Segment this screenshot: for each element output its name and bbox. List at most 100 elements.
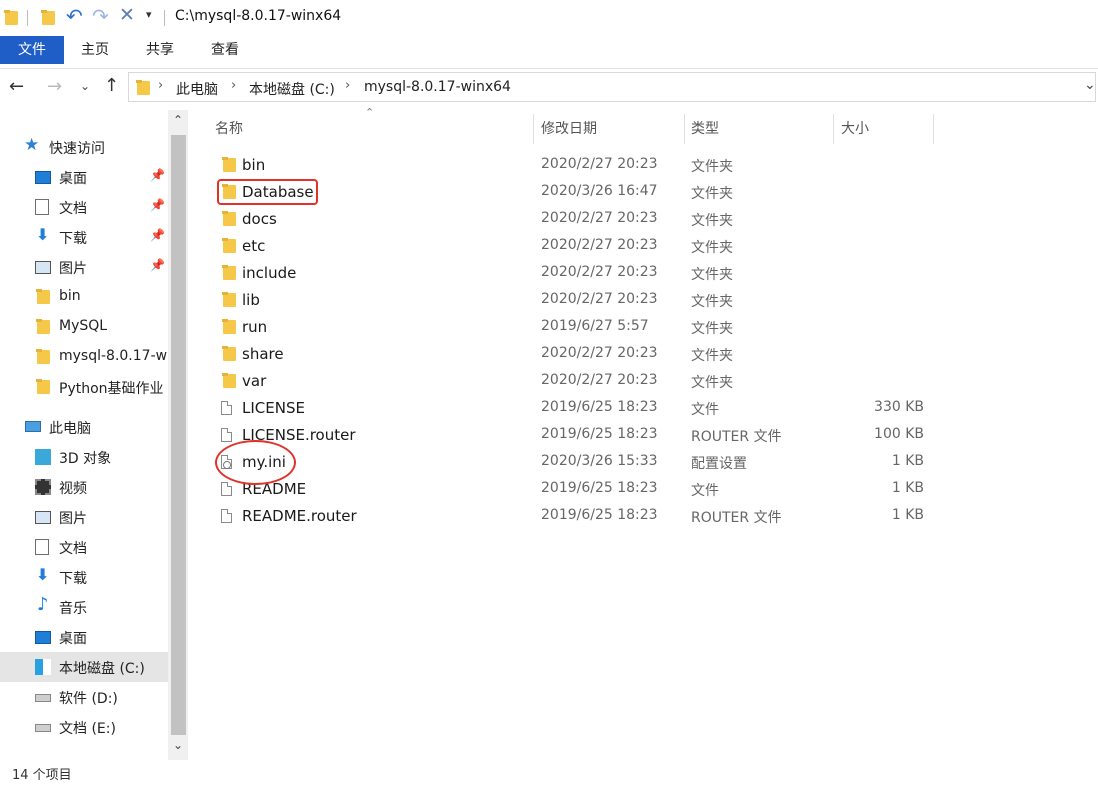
nav-item-desktop-pc[interactable]: 桌面 <box>0 622 168 652</box>
nav-label: 音乐 <box>59 601 87 617</box>
nav-item-bin[interactable]: bin <box>0 282 168 312</box>
file-date: 2020/2/27 20:23 <box>541 372 658 388</box>
ribbon-tabs: 文件 主页 共享 查看 <box>0 36 1098 69</box>
nav-item-python-homework[interactable]: Python基础作业 <box>0 372 168 402</box>
table-row[interactable]: my.ini 2020/3/26 15:33 配置设置 1 KB <box>190 449 1098 476</box>
nav-item-mysql[interactable]: MySQL <box>0 312 168 342</box>
file-date: 2019/6/25 18:23 <box>541 399 658 415</box>
nav-item-local-disk-c[interactable]: 本地磁盘 (C:) <box>0 652 168 682</box>
table-row[interactable]: LICENSE.router 2019/6/25 18:23 ROUTER 文件 10… <box>190 422 1098 449</box>
nav-item-documents[interactable]: 文档 📌 <box>0 192 168 222</box>
nav-quick-access[interactable]: ★ 快速访问 <box>0 132 168 162</box>
file-type: 文件夹 <box>691 240 733 256</box>
file-date: 2020/2/27 20:23 <box>541 345 658 361</box>
nav-item-pictures[interactable]: 图片 📌 <box>0 252 168 282</box>
download-icon: ⬇ <box>36 565 50 584</box>
table-row[interactable]: Database 2020/3/26 16:47 文件夹 <box>190 179 1098 206</box>
delete-icon[interactable]: ✕ <box>119 4 135 26</box>
forward-icon[interactable]: → <box>47 76 62 97</box>
new-folder-icon[interactable] <box>41 10 55 25</box>
chevron-right-icon[interactable]: › <box>231 78 236 93</box>
file-date: 2019/6/25 18:23 <box>541 507 658 523</box>
file-type: 文件夹 <box>691 186 733 202</box>
scroll-down-icon[interactable]: ⌄ <box>173 738 183 752</box>
table-row[interactable]: bin 2020/2/27 20:23 文件夹 <box>190 152 1098 179</box>
nav-item-pictures-pc[interactable]: 图片 <box>0 502 168 532</box>
pin-icon[interactable]: 📌 <box>150 168 165 182</box>
customize-toolbar-icon[interactable]: ▾ <box>146 8 152 21</box>
nav-label: 此电脑 <box>49 421 91 437</box>
table-row[interactable]: README 2019/6/25 18:23 文件 1 KB <box>190 476 1098 503</box>
crumb-local-disk[interactable]: 本地磁盘 (C:) <box>249 79 335 99</box>
redo-icon[interactable]: ↷ <box>92 4 109 28</box>
recent-locations-icon[interactable]: ⌄ <box>80 79 90 93</box>
column-header-date[interactable]: 修改日期 <box>541 118 597 138</box>
column-header-name[interactable]: 名称 <box>215 118 243 138</box>
column-divider[interactable] <box>833 114 834 144</box>
file-size: 1 KB <box>891 453 924 469</box>
column-header-type[interactable]: 类型 <box>691 118 719 138</box>
up-icon[interactable]: ↑ <box>104 75 119 96</box>
table-row[interactable]: share 2020/2/27 20:23 文件夹 <box>190 341 1098 368</box>
folder-icon <box>222 319 236 334</box>
table-row[interactable]: run 2019/6/27 5:57 文件夹 <box>190 314 1098 341</box>
file-type: 文件 <box>691 483 719 499</box>
file-type: ROUTER 文件 <box>691 429 782 445</box>
file-name: bin <box>242 156 266 174</box>
column-divider[interactable] <box>533 114 534 144</box>
table-row[interactable]: etc 2020/2/27 20:23 文件夹 <box>190 233 1098 260</box>
undo-icon[interactable]: ↶ <box>66 4 83 28</box>
nav-item-downloads-pc[interactable]: ⬇ 下载 <box>0 562 168 592</box>
column-divider[interactable] <box>933 114 934 144</box>
table-row[interactable]: docs 2020/2/27 20:23 文件夹 <box>190 206 1098 233</box>
column-divider[interactable] <box>684 114 685 144</box>
pin-icon[interactable]: 📌 <box>150 258 165 272</box>
document-icon <box>35 199 49 215</box>
nav-item-desktop[interactable]: 桌面 📌 <box>0 162 168 192</box>
nav-item-drive-d[interactable]: 软件 (D:) <box>0 682 168 712</box>
nav-label: 文档 <box>59 201 87 217</box>
nav-label: 文档 <box>59 541 87 557</box>
nav-scroll-thumb[interactable] <box>171 135 186 735</box>
picture-icon <box>35 261 51 274</box>
table-row[interactable]: README.router 2019/6/25 18:23 ROUTER 文件 1 K… <box>190 503 1098 530</box>
tab-home[interactable]: 主页 <box>81 36 109 64</box>
nav-item-downloads[interactable]: ⬇ 下载 📌 <box>0 222 168 252</box>
file-name: run <box>242 318 268 336</box>
crumb-this-pc[interactable]: 此电脑 <box>176 79 218 99</box>
scroll-up-icon[interactable]: ⌃ <box>173 113 183 127</box>
document-icon <box>35 539 49 555</box>
file-type: 文件夹 <box>691 159 733 175</box>
file-size: 1 KB <box>891 507 924 523</box>
column-header-size[interactable]: 大小 <box>841 118 869 138</box>
toolbar-separator <box>27 10 28 26</box>
table-row[interactable]: include 2020/2/27 20:23 文件夹 <box>190 260 1098 287</box>
pin-icon[interactable]: 📌 <box>150 228 165 242</box>
nav-item-documents-pc[interactable]: 文档 <box>0 532 168 562</box>
nav-label: 桌面 <box>59 631 87 647</box>
file-size: 100 KB <box>874 426 924 442</box>
address-bar[interactable]: › 此电脑 › 本地磁盘 (C:) › mysql-8.0.17-winx64 … <box>128 72 1096 102</box>
nav-item-music[interactable]: ♪ 音乐 <box>0 592 168 622</box>
nav-item-3d-objects[interactable]: 3D 对象 <box>0 442 168 472</box>
nav-item-videos[interactable]: 视频 <box>0 472 168 502</box>
nav-item-mysql-folder[interactable]: mysql-8.0.17-w <box>0 342 168 372</box>
chevron-down-icon[interactable]: ⌄ <box>1084 77 1096 93</box>
pin-icon[interactable]: 📌 <box>150 198 165 212</box>
file-icon <box>221 509 232 523</box>
table-row[interactable]: var 2020/2/27 20:23 文件夹 <box>190 368 1098 395</box>
tab-share[interactable]: 共享 <box>146 36 174 64</box>
nav-item-drive-e[interactable]: 文档 (E:) <box>0 712 168 742</box>
chevron-right-icon[interactable]: › <box>158 78 163 93</box>
table-row[interactable]: lib 2020/2/27 20:23 文件夹 <box>190 287 1098 314</box>
music-icon: ♪ <box>37 594 49 615</box>
nav-this-pc[interactable]: 此电脑 <box>0 412 168 442</box>
tab-view[interactable]: 查看 <box>211 36 239 64</box>
back-icon[interactable]: ← <box>9 76 24 97</box>
star-icon: ★ <box>24 135 40 155</box>
tab-file[interactable]: 文件 <box>0 36 64 64</box>
crumb-mysql-folder[interactable]: mysql-8.0.17-winx64 <box>364 79 511 95</box>
chevron-right-icon[interactable]: › <box>345 78 350 93</box>
folder-icon <box>222 157 236 172</box>
table-row[interactable]: LICENSE 2019/6/25 18:23 文件 330 KB <box>190 395 1098 422</box>
